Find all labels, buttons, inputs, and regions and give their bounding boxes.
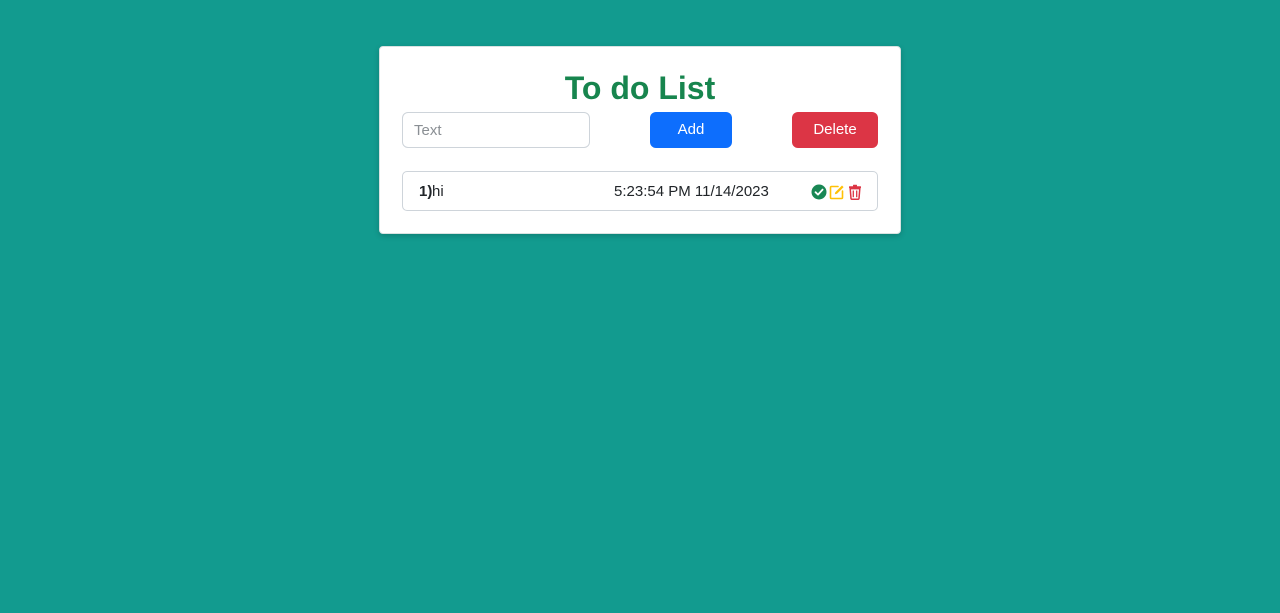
task-actions [811,183,863,201]
check-circle-icon[interactable] [811,184,827,200]
add-task-button[interactable]: Add Task [650,112,732,174]
delete-all-button[interactable]: Delete All [792,112,878,174]
page-title: To do List [564,70,716,106]
task-text: hi [432,183,444,200]
task-item: 1) hi 5:23:54 PM 11/14/2023 [402,171,878,211]
task-number: 1) [419,183,433,200]
trash-icon[interactable] [847,184,863,200]
edit-icon[interactable] [829,184,845,200]
task-input[interactable] [402,112,590,148]
todo-card: To do List Add Task Delete All 1) hi 5:2… [379,46,901,234]
task-timestamp: 5:23:54 PM 11/14/2023 [614,183,769,200]
